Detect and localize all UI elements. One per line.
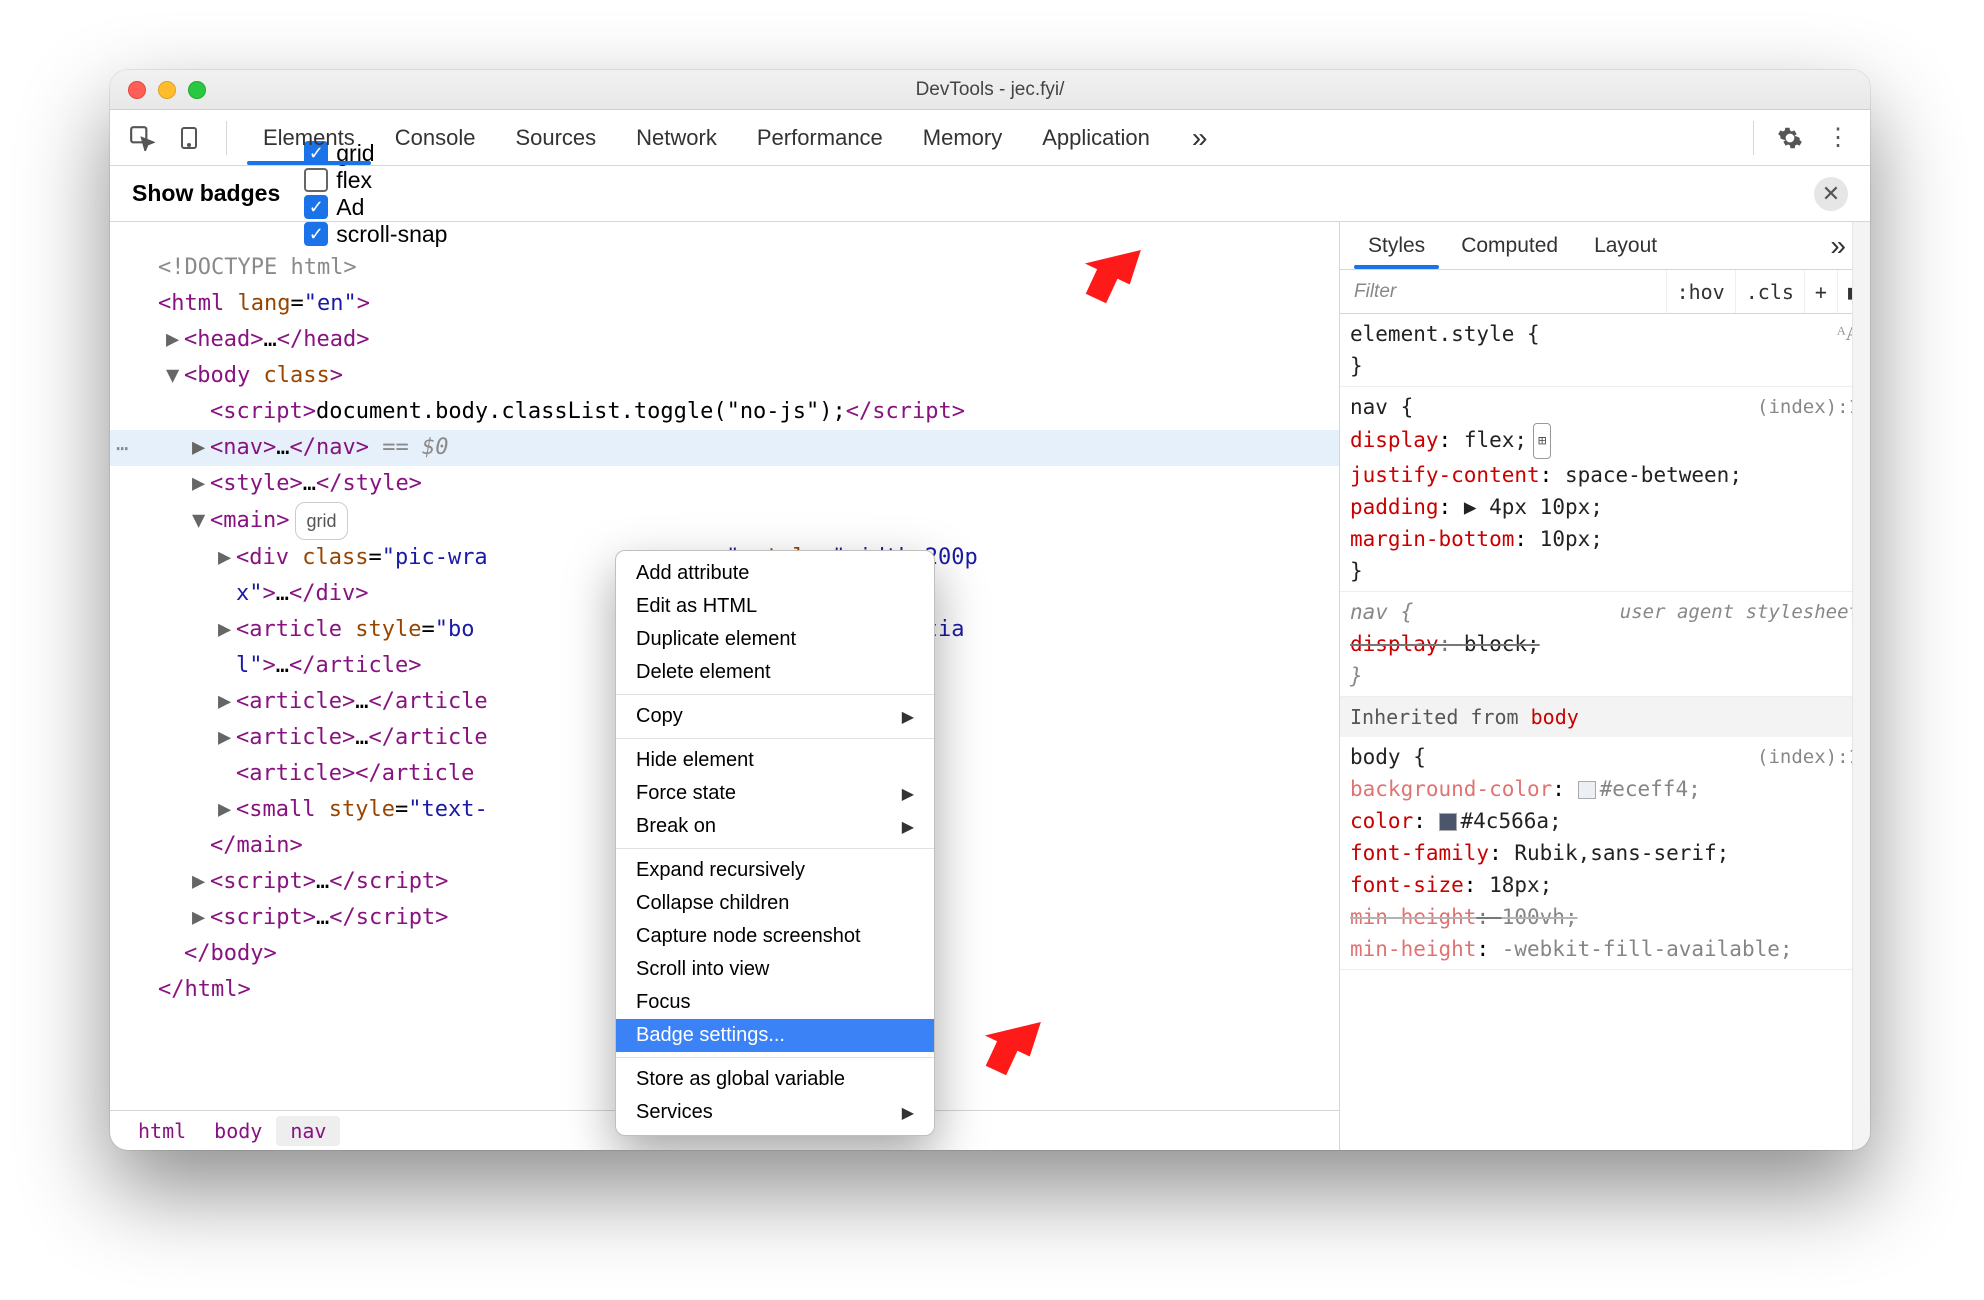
context-menu-item[interactable]: Scroll into view (616, 953, 934, 986)
minimize-window-button[interactable] (158, 81, 176, 99)
show-badges-label: Show badges (132, 180, 280, 207)
breadcrumb-item[interactable]: html (124, 1116, 200, 1146)
context-menu-item[interactable]: Collapse children (616, 887, 934, 920)
context-menu-item[interactable]: Services▶ (616, 1096, 934, 1129)
tab-performance[interactable]: Performance (737, 110, 903, 165)
dom-node[interactable]: ▼<body class> (110, 358, 1339, 394)
maximize-window-button[interactable] (188, 81, 206, 99)
device-toolbar-icon[interactable] (170, 118, 210, 158)
context-menu-item[interactable]: Edit as HTML (616, 590, 934, 623)
tab-memory[interactable]: Memory (903, 110, 1022, 165)
styles-scrollbar[interactable] (1852, 222, 1870, 1150)
context-menu-item[interactable]: Expand recursively (616, 854, 934, 887)
tab-console[interactable]: Console (375, 110, 496, 165)
badge-checkbox-flex[interactable]: flex (304, 167, 447, 194)
badge-checkbox-ad[interactable]: ✓Ad (304, 194, 447, 221)
context-menu-item[interactable]: Copy▶ (616, 700, 934, 733)
styles-filter-input[interactable]: Filter (1340, 281, 1666, 303)
context-menu-item[interactable]: Add attribute (616, 557, 934, 590)
dom-node[interactable]: ▶<head>…</head> (110, 322, 1339, 358)
context-menu-item[interactable]: Badge settings... (616, 1019, 934, 1052)
window-titlebar: DevTools - jec.fyi/ (110, 70, 1870, 110)
context-menu-item[interactable]: Force state▶ (616, 777, 934, 810)
dom-node[interactable]: ▶<style>…</style> (110, 466, 1339, 502)
breadcrumb-item[interactable]: body (200, 1116, 276, 1146)
context-menu[interactable]: Add attributeEdit as HTMLDuplicate eleme… (615, 550, 935, 1136)
styles-toolbar-button[interactable]: + (1804, 270, 1837, 313)
styles-pane: StylesComputedLayout» Filter :hov.cls+◧ … (1340, 222, 1870, 1150)
tab-sources[interactable]: Sources (495, 110, 616, 165)
styles-tabs: StylesComputedLayout» (1340, 222, 1870, 270)
panel-tabs: ElementsConsoleSourcesNetworkPerformance… (243, 110, 1170, 165)
settings-gear-icon[interactable] (1770, 118, 1810, 158)
badges-bar: Show badges ✓gridflex✓Ad✓scroll-snap ✕ (110, 166, 1870, 222)
more-tabs-icon[interactable]: » (1178, 122, 1222, 154)
styles-tab-layout[interactable]: Layout (1576, 222, 1675, 269)
window-title: DevTools - jec.fyi/ (110, 79, 1870, 101)
tab-network[interactable]: Network (616, 110, 737, 165)
dom-node[interactable]: <!DOCTYPE html> (110, 250, 1339, 286)
styles-tab-computed[interactable]: Computed (1443, 222, 1576, 269)
more-menu-icon[interactable]: ⋮ (1818, 118, 1858, 158)
context-menu-item[interactable]: Hide element (616, 744, 934, 777)
dom-node[interactable]: <script>document.body.classList.toggle("… (110, 394, 1339, 430)
close-window-button[interactable] (128, 81, 146, 99)
dom-node[interactable]: ▼<main>grid (110, 502, 1339, 540)
tab-application[interactable]: Application (1022, 110, 1170, 165)
inspect-element-icon[interactable] (122, 118, 162, 158)
traffic-lights (110, 81, 206, 99)
context-menu-item[interactable]: Store as global variable (616, 1063, 934, 1096)
styles-rules[interactable]: element.style {ᴬA}(index):1nav { display… (1340, 314, 1870, 1150)
styles-filter-row: Filter :hov.cls+◧ (1340, 270, 1870, 314)
styles-tab-styles[interactable]: Styles (1350, 222, 1443, 269)
annotation-arrow-icon (1060, 218, 1150, 324)
tab-elements[interactable]: Elements (243, 110, 375, 165)
context-menu-item[interactable]: Focus (616, 986, 934, 1019)
styles-toolbar-button[interactable]: .cls (1735, 270, 1804, 313)
context-menu-item[interactable]: Capture node screenshot (616, 920, 934, 953)
close-badges-bar-icon[interactable]: ✕ (1814, 177, 1848, 211)
main-toolbar: ElementsConsoleSourcesNetworkPerformance… (110, 110, 1870, 166)
annotation-arrow-icon (960, 990, 1050, 1096)
dom-node[interactable]: <html lang="en"> (110, 286, 1339, 322)
context-menu-item[interactable]: Duplicate element (616, 623, 934, 656)
context-menu-item[interactable]: Break on▶ (616, 810, 934, 843)
dom-node[interactable]: ▶<nav>…</nav> == $0 (110, 430, 1339, 466)
breadcrumb-item[interactable]: nav (276, 1116, 340, 1146)
styles-toolbar-button[interactable]: :hov (1666, 270, 1735, 313)
context-menu-item[interactable]: Delete element (616, 656, 934, 689)
